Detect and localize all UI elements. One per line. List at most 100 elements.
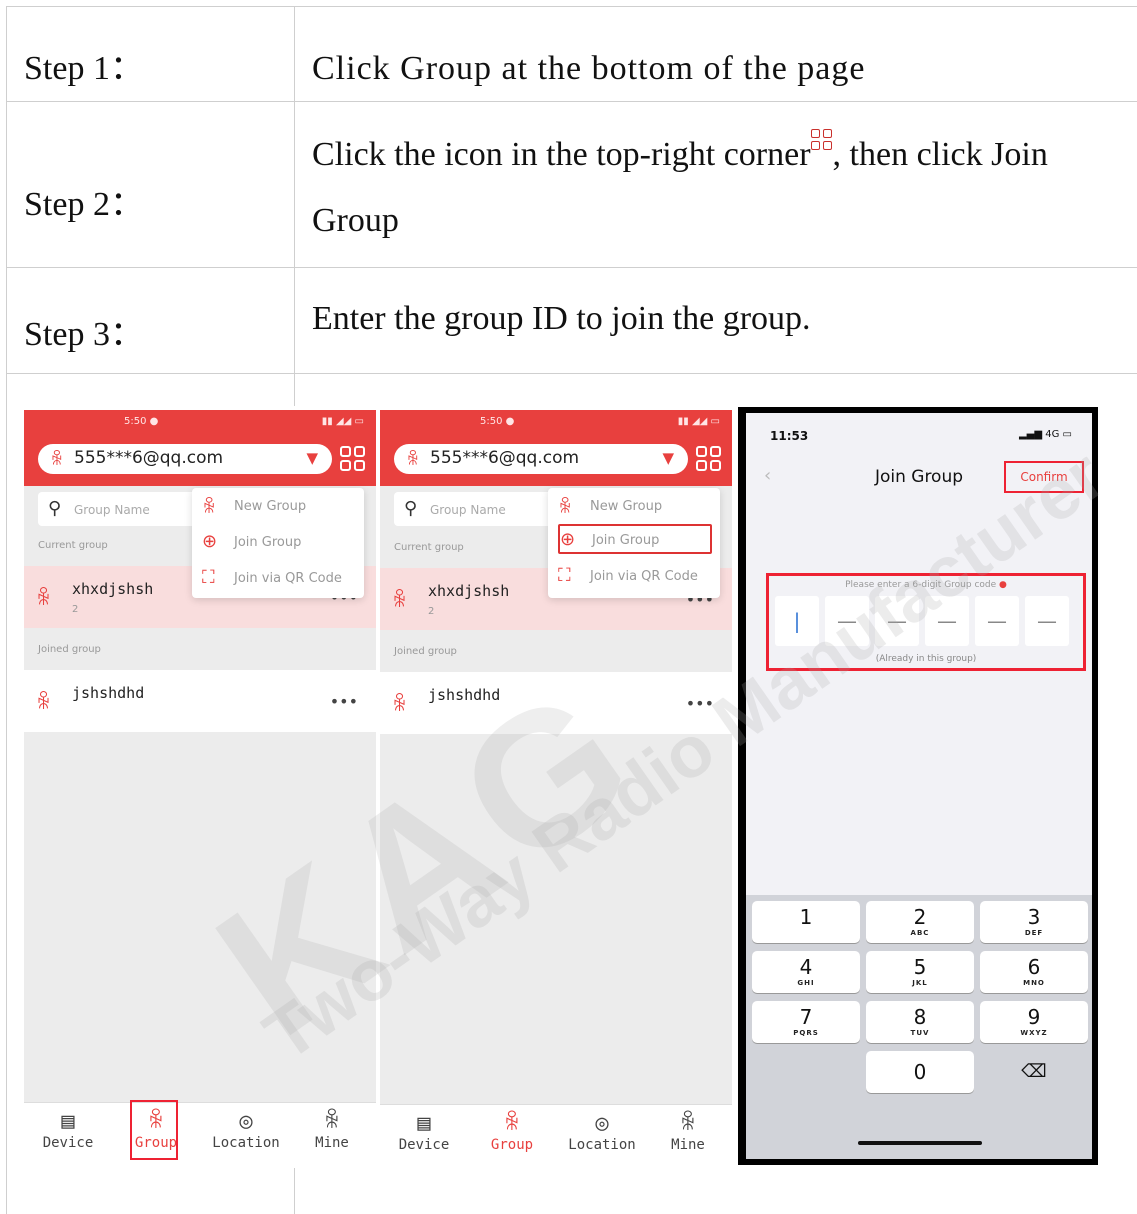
grid-icon (810, 129, 833, 151)
group-icon: ꆜ (36, 690, 52, 714)
status-signal: ▂▄▆ 4G ▭ (1018, 429, 1072, 440)
code-note: (Already in this group) (875, 654, 977, 664)
account-selector[interactable]: ꆜ 555***6@qq.com ▼ (394, 444, 688, 474)
step-3-text: Enter the group ID to join the group. (312, 300, 811, 337)
group-code-entry: Please enter a 6-digit Group code ● | — … (766, 573, 1086, 671)
step-2-label: Step 2： (24, 186, 144, 223)
app-header: 5:50 ● ▮▮ ◢◢ ▭ ꆜ 555***6@qq.com ▼ (380, 410, 732, 486)
group-icon: ꆜ (558, 497, 573, 518)
code-cell[interactable]: | (775, 596, 819, 646)
step-2-text-part1: Click the icon in the top-right corner (312, 136, 811, 173)
menu-item-join-group[interactable]: ⊕ Join Group (202, 528, 356, 558)
person-icon: ꆜ (323, 1109, 341, 1134)
menu-item-join-group[interactable]: ⊕ Join Group (558, 524, 712, 554)
key-0[interactable]: 0 (866, 1051, 974, 1093)
step-2-text-part2: , then click Join (832, 136, 1048, 173)
key-2[interactable]: 2 ABC (866, 901, 974, 943)
tab-mine[interactable]: ꆜ Mine (292, 1109, 372, 1151)
row-divider-2 (6, 267, 1137, 268)
tab-device[interactable]: ▤ Device (384, 1111, 464, 1153)
key-1[interactable]: 1 (752, 901, 860, 943)
tab-device[interactable]: ▤ Device (28, 1109, 108, 1151)
group-name: jshshdhd (428, 686, 501, 704)
tab-group[interactable]: ꆜ Group (472, 1111, 552, 1153)
code-cell[interactable]: — (925, 596, 969, 646)
search-input[interactable]: ⚲ Group Name (394, 492, 574, 526)
table-top-border (6, 6, 1137, 7)
group-icon: ꆜ (202, 497, 217, 518)
join-group-screen: 11:53 ▂▄▆ 4G ▭ ‹ Join Group Confirm Plea… (746, 413, 1092, 1159)
status-time: 11:53 (770, 429, 809, 443)
code-cells[interactable]: | — — — — — (775, 596, 1075, 648)
group-member-count: 2 (72, 604, 79, 615)
key-8[interactable]: 8 TUV (866, 1001, 974, 1043)
person-icon: ꆜ (679, 1111, 697, 1136)
code-cell[interactable]: — (875, 596, 919, 646)
step-1-label: Step 1： (24, 50, 144, 87)
info-icon: ● (999, 580, 1007, 590)
search-icon: ⚲ (404, 498, 418, 519)
group-icon: ꆜ (392, 692, 408, 716)
grid-menu-button[interactable] (340, 446, 366, 472)
search-placeholder: Group Name (74, 503, 150, 517)
group-icon: ꆜ (36, 586, 52, 610)
confirm-button[interactable]: Confirm (1004, 461, 1084, 493)
current-group-label: Current group (38, 540, 108, 551)
account-email: 555***6@qq.com (430, 448, 580, 468)
code-hint: Please enter a 6-digit Group code ● (845, 580, 1007, 590)
group-dropdown-menu: ꆜ New Group ⊕ Join Group ⛶ Join via QR Code (192, 488, 364, 598)
chevron-down-icon: ▼ (306, 449, 318, 467)
search-input[interactable]: ⚲ Group Name (38, 492, 218, 526)
scan-icon: ⛶ (202, 567, 215, 588)
more-icon[interactable]: ••• (686, 694, 714, 713)
group-name: jshshdhd (72, 684, 145, 702)
menu-item-new-group[interactable]: ꆜ New Group (558, 492, 712, 522)
home-indicator (858, 1141, 982, 1145)
more-icon[interactable]: ••• (330, 692, 358, 711)
bottom-tab-bar: ▤ Device ꆜ Group ◎ Location ꆜ Mine (380, 1104, 732, 1168)
key-5[interactable]: 5 JKL (866, 951, 974, 993)
delete-key[interactable]: ⌫ (980, 1051, 1088, 1093)
key-6[interactable]: 6 MNO (980, 951, 1088, 993)
battery-icon: ▭ (1059, 429, 1072, 440)
account-selector[interactable]: ꆜ 555***6@qq.com ▼ (38, 444, 332, 474)
device-icon: ▤ (417, 1111, 431, 1136)
joined-group-row[interactable]: ꆜ jshshdhd ••• (24, 670, 376, 732)
step-2-text-line2: Group (312, 202, 399, 239)
group-dropdown-menu: ꆜ New Group ⊕ Join Group ⛶ Join via QR Code (548, 488, 720, 598)
phone-screenshot-3: 11:53 ▂▄▆ 4G ▭ ‹ Join Group Confirm Plea… (738, 407, 1098, 1165)
key-4[interactable]: 4 GHI (752, 951, 860, 993)
column-divider-bottom (294, 1168, 295, 1214)
account-email: 555***6@qq.com (74, 448, 224, 468)
status-bar: 5:50 ● ▮▮ ◢◢ ▭ (124, 416, 364, 427)
key-9[interactable]: 9 WXYZ (980, 1001, 1088, 1043)
tab-location[interactable]: ◎ Location (206, 1109, 286, 1151)
column-divider (294, 6, 295, 406)
table-left-border (6, 6, 7, 1214)
menu-item-join-qr[interactable]: ⛶ Join via QR Code (558, 562, 712, 592)
menu-item-join-qr[interactable]: ⛶ Join via QR Code (202, 564, 356, 594)
menu-item-new-group[interactable]: ꆜ New Group (202, 492, 356, 522)
key-7[interactable]: 7 PQRS (752, 1001, 860, 1043)
code-cell[interactable]: — (1025, 596, 1069, 646)
row-divider-3 (6, 373, 1137, 374)
app-header: 5:50 ● ▮▮ ◢◢ ▭ ꆜ 555***6@qq.com ▼ (24, 410, 376, 486)
tab-mine[interactable]: ꆜ Mine (648, 1111, 728, 1153)
code-cell[interactable]: — (825, 596, 869, 646)
device-icon: ▤ (61, 1109, 75, 1134)
tab-location[interactable]: ◎ Location (562, 1111, 642, 1153)
scan-icon: ⛶ (558, 565, 571, 586)
location-icon: ◎ (595, 1111, 609, 1136)
numeric-keypad: 1 2 ABC 3 DEF 4 GHI 5 JKL 6 MNO 7 PQRS 8 TUV 9W… (746, 895, 1092, 1159)
joined-group-row[interactable]: ꆜ jshshdhd ••• (380, 672, 732, 734)
highlight-box-group-tab (130, 1100, 178, 1160)
user-icon: ꆜ (50, 450, 64, 470)
search-placeholder: Group Name (430, 503, 506, 517)
grid-menu-button[interactable] (696, 446, 722, 472)
location-icon: ◎ (239, 1109, 253, 1134)
signal-icon: ▂▄▆ (1018, 429, 1046, 440)
user-icon: ꆜ (406, 450, 420, 470)
code-cell[interactable]: — (975, 596, 1019, 646)
key-3[interactable]: 3 DEF (980, 901, 1088, 943)
current-group-label: Current group (394, 542, 464, 553)
